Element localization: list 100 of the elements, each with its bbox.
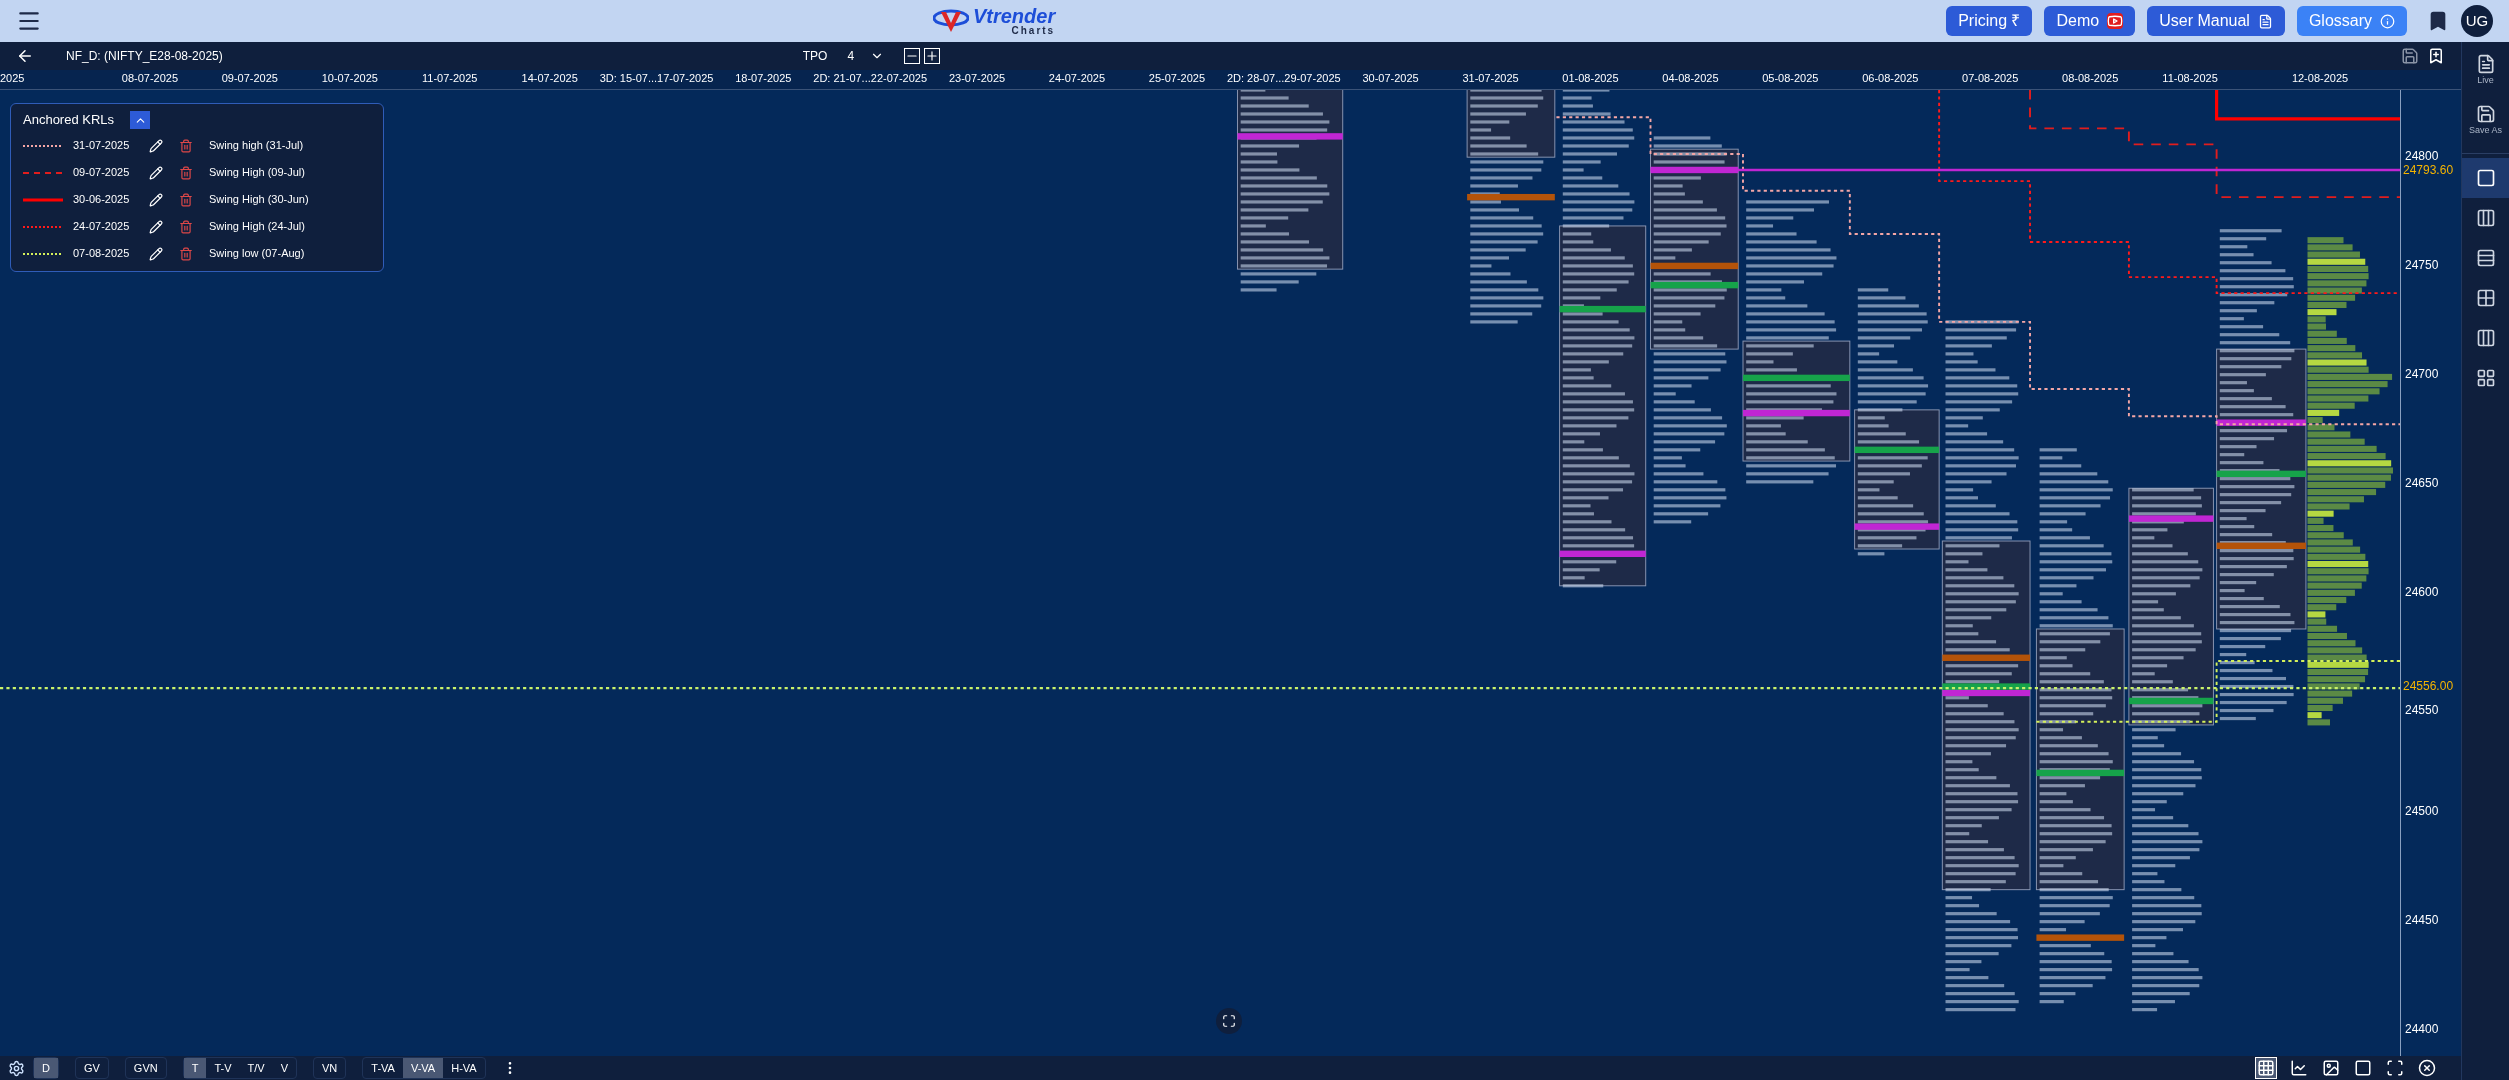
view-toggle[interactable]: GVN <box>125 1058 166 1078</box>
sidebar-action[interactable]: Live <box>2475 54 2496 88</box>
grid-icon <box>2257 1059 2275 1077</box>
price-tick-label: 24400 <box>2405 1023 2439 1036</box>
delete-icon[interactable] <box>179 165 193 180</box>
view-toggle[interactable]: H-VA <box>443 1058 485 1078</box>
krl-label: Swing High (09-Jul) <box>209 165 305 181</box>
view-toggle[interactable]: D <box>34 1058 58 1078</box>
date-label: 18-07-2025 <box>734 71 793 86</box>
chart-tool-button[interactable] <box>2289 1058 2309 1078</box>
date-label: 08-07-2025 <box>120 71 180 86</box>
header-button[interactable]: User Manual <box>2147 6 2285 36</box>
line-style-icon <box>23 224 63 229</box>
chart-tool-button[interactable] <box>2321 1058 2341 1078</box>
price-marker-label: 24556.00 <box>2403 680 2454 693</box>
line-style-icon <box>23 143 63 148</box>
date-label: 04-08-2025 <box>1661 71 1720 86</box>
view-toggle[interactable]: VN <box>314 1058 346 1078</box>
delete-icon[interactable] <box>179 246 193 261</box>
date-label: 12-08-2025 <box>2290 71 2350 86</box>
collapse-button[interactable] <box>130 111 151 129</box>
sidebar-action[interactable]: Save As <box>2469 103 2502 137</box>
line-chart-icon <box>2290 1059 2308 1077</box>
price-tick-label: 24750 <box>2405 258 2439 271</box>
price-tick-label: 24450 <box>2405 914 2439 926</box>
price-tick-label: 24700 <box>2405 368 2439 380</box>
user-avatar[interactable]: UG <box>2461 5 2493 37</box>
header-button[interactable]: Pricing ₹ <box>1946 6 2033 36</box>
bookmark-add-icon[interactable] <box>2427 47 2445 65</box>
krl-label: Swing high (31-Jul) <box>209 138 304 154</box>
krl-date: 30-06-2025 <box>73 192 131 208</box>
mode-label: TPO <box>802 48 828 65</box>
date-label: 08-08-2025 <box>2061 71 2120 86</box>
chart-tool-button[interactable] <box>2255 1057 2277 1079</box>
date-label: 30-07-2025 <box>1361 71 1420 86</box>
edit-icon[interactable] <box>149 246 163 261</box>
back-icon[interactable] <box>16 47 34 65</box>
settings-icon[interactable] <box>8 1059 25 1077</box>
krl-label: Swing low (07-Aug) <box>209 246 305 262</box>
split-layout-icon <box>2475 208 2496 228</box>
edit-icon[interactable] <box>149 165 163 180</box>
layout-button[interactable] <box>2462 158 2509 198</box>
date-label: 25-07-2025 <box>1147 71 1207 86</box>
grid-layout-icon <box>2475 368 2496 388</box>
krl-label: Swing High (24-Jul) <box>209 219 305 235</box>
date-label: 07-08-2025 <box>1961 71 2020 86</box>
date-label: 2025 <box>0 71 26 86</box>
symbol-title: NF_D: (NIFTY_E28-08-2025) <box>66 48 223 65</box>
panel-title: Anchored KRLs <box>23 111 115 130</box>
delete-icon[interactable] <box>179 219 193 234</box>
date-label: 2D: 28-07...29-07-2025 <box>1226 71 1341 86</box>
view-toggle[interactable]: T-V <box>206 1058 240 1078</box>
date-label: 14-07-2025 <box>520 71 579 86</box>
header-button[interactable]: Glossary <box>2296 6 2407 36</box>
save-icon[interactable] <box>2401 47 2419 65</box>
delete-icon[interactable] <box>179 138 193 153</box>
view-toggle[interactable]: T-VA <box>363 1058 403 1078</box>
price-tick-label: 24550 <box>2405 703 2439 716</box>
date-label: 11-07-2025 <box>421 71 479 86</box>
date-label: 24-07-2025 <box>1047 71 1107 86</box>
view-toggle[interactable]: V <box>272 1058 297 1078</box>
view-toggle[interactable]: T <box>183 1058 207 1078</box>
header-button[interactable]: Demo <box>2044 6 2136 36</box>
delete-icon[interactable] <box>179 192 193 207</box>
price-tick-label: 24600 <box>2405 586 2439 599</box>
image-icon <box>2322 1059 2340 1077</box>
plus-icon[interactable] <box>924 48 941 64</box>
line-style-icon <box>23 197 63 202</box>
line-style-icon <box>23 170 63 175</box>
logo-icon <box>932 8 969 34</box>
close-icon <box>2418 1059 2436 1077</box>
edit-icon[interactable] <box>149 219 163 234</box>
document-icon <box>2257 13 2273 29</box>
date-label: 31-07-2025 <box>1461 71 1520 86</box>
price-marker-label: 24793.60 <box>2403 164 2454 176</box>
date-label: 11-08-2025 <box>2161 71 2219 86</box>
view-toggle[interactable]: T/V <box>239 1058 273 1078</box>
tpo-size-dropdown[interactable]: 4 <box>839 47 893 65</box>
date-label: 05-08-2025 <box>1761 71 1820 86</box>
chart-tool-button[interactable] <box>2385 1058 2405 1078</box>
view-toggle[interactable]: GV <box>75 1058 108 1078</box>
price-tick-label: 24650 <box>2405 477 2439 490</box>
date-label: 09-07-2025 <box>220 71 279 86</box>
video-icon <box>2107 13 2124 29</box>
columns-layout-icon <box>2475 328 2496 348</box>
save-icon <box>2475 103 2496 124</box>
line-style-icon <box>23 251 63 256</box>
view-toggle[interactable]: V-VA <box>402 1058 444 1078</box>
edit-icon[interactable] <box>149 192 163 207</box>
price-tick-label: 24800 <box>2405 149 2439 162</box>
chart-tool-button[interactable] <box>2417 1058 2437 1078</box>
single-layout-icon <box>2475 168 2496 188</box>
krl-date: 31-07-2025 <box>73 138 131 154</box>
date-label: 10-07-2025 <box>320 71 379 86</box>
edit-icon[interactable] <box>149 138 163 153</box>
focus-icon <box>2386 1059 2404 1077</box>
logo-tagline: Charts <box>1011 26 1056 36</box>
fit-view-icon <box>1222 1014 1236 1028</box>
fit-view-button[interactable] <box>1216 1008 1242 1034</box>
minus-icon[interactable] <box>904 48 921 64</box>
